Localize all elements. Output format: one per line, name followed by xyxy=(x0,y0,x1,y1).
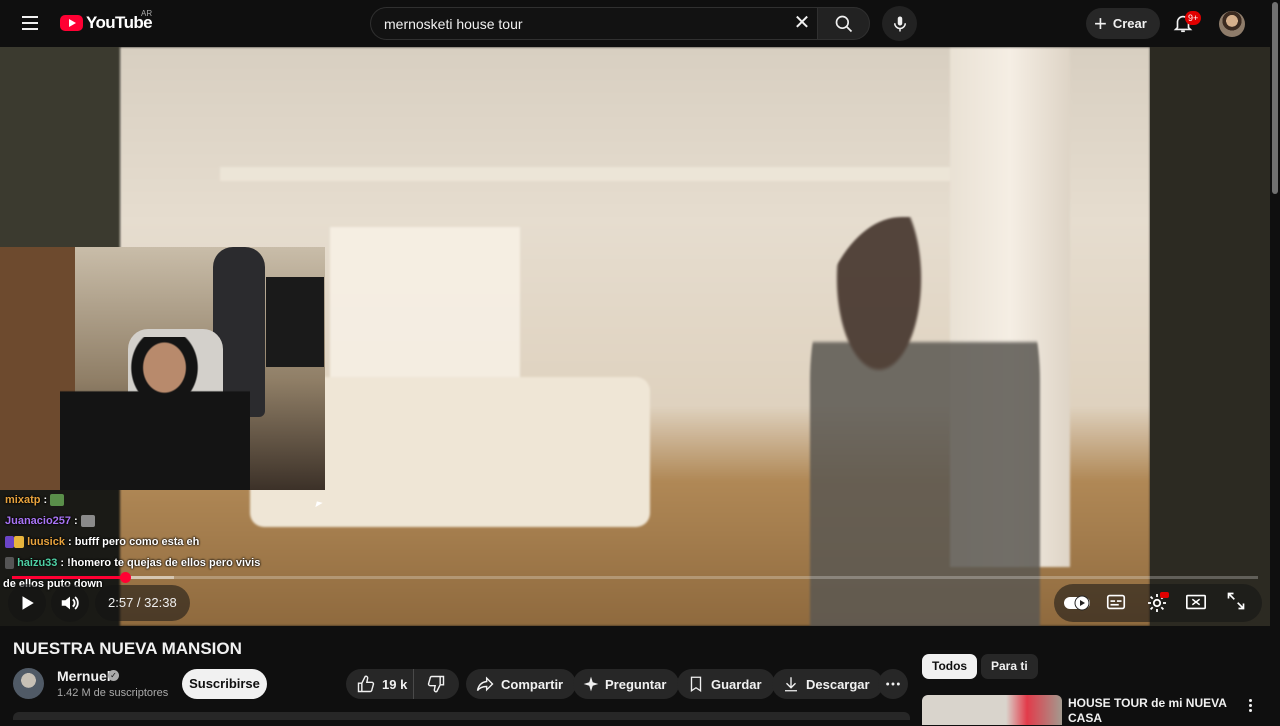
player-controls: 2:57 / 32:38 xyxy=(0,582,1270,626)
chip-for-you[interactable]: Para ti xyxy=(981,654,1038,679)
scrollbar-thumb[interactable] xyxy=(1272,2,1278,194)
webcam-overlay xyxy=(0,247,325,490)
time-display: 2:57 / 32:38 xyxy=(95,585,190,621)
chat-message: haizu33: !homero te quejas de ellos pero… xyxy=(0,555,330,576)
emote-icon xyxy=(50,494,65,507)
create-button[interactable]: + Crear xyxy=(1086,8,1160,39)
download-label: Descargar xyxy=(806,676,870,692)
notification-badge: 9+ xyxy=(1185,11,1202,25)
thumbs-up-icon xyxy=(357,675,375,693)
badge-icon xyxy=(5,557,14,570)
voice-search-button[interactable] xyxy=(882,6,917,41)
autoplay-toggle-icon xyxy=(1064,595,1090,611)
video-player[interactable]: mixatp: Juanacio257: luusick: bufff pero… xyxy=(0,47,1270,626)
download-button[interactable]: Descargar xyxy=(772,669,883,699)
subtitles-icon xyxy=(1106,594,1126,610)
subtitles-button[interactable] xyxy=(1105,591,1129,615)
ask-label: Preguntar xyxy=(605,676,667,692)
fullscreen-button[interactable] xyxy=(1226,591,1250,615)
dislike-button[interactable] xyxy=(414,669,458,699)
chat-username: luusick xyxy=(27,536,65,548)
badge-icon xyxy=(5,536,14,549)
bookmark-icon xyxy=(690,676,702,693)
subscriber-count: 1.42 M de suscriptores xyxy=(57,687,169,699)
youtube-logo[interactable]: YouTube xyxy=(60,13,153,33)
more-actions-button[interactable] xyxy=(878,669,908,699)
subscribe-button[interactable]: Suscribirse xyxy=(182,669,267,699)
thumbs-down-icon xyxy=(427,675,445,693)
masthead: YouTube AR mernosketi house tour ✕ + Cre… xyxy=(0,0,1280,47)
sparkle-icon xyxy=(583,676,599,692)
play-button[interactable] xyxy=(8,584,46,622)
settings-button[interactable] xyxy=(1145,591,1169,615)
page-scrollbar[interactable] xyxy=(1270,0,1280,720)
chat-text: !homero te quejas de ellos pero vivis xyxy=(67,557,261,569)
emote-icon xyxy=(80,515,95,528)
volume-icon xyxy=(61,596,79,610)
video-side-area xyxy=(0,47,120,247)
more-vertical-icon[interactable] xyxy=(1244,697,1256,713)
autoplay-toggle[interactable] xyxy=(1063,591,1091,615)
like-count: 19 k xyxy=(382,676,408,692)
watch-metadata: NUESTRA NUEVA MANSION Mernuel ✓ 1.42 M d… xyxy=(0,626,1270,725)
more-horizontal-icon xyxy=(886,682,900,686)
chat-message: mixatp: xyxy=(0,492,330,513)
share-button[interactable]: Compartir xyxy=(466,669,577,699)
download-icon xyxy=(785,677,797,692)
recommendation-thumbnail[interactable] xyxy=(922,695,1062,725)
search-input[interactable]: mernosketi house tour xyxy=(384,16,523,32)
crown-badge-icon xyxy=(14,536,24,549)
verified-check-icon: ✓ xyxy=(108,670,119,681)
description-box[interactable] xyxy=(13,712,910,720)
like-button[interactable]: 19 k xyxy=(346,669,414,699)
chat-username: haizu33 xyxy=(17,557,58,569)
ask-button[interactable]: Preguntar xyxy=(573,669,680,699)
theater-mode-button[interactable] xyxy=(1185,591,1209,615)
like-dislike-group: 19 k xyxy=(346,669,459,699)
video-side-area xyxy=(1150,47,1270,626)
plus-icon: + xyxy=(1094,10,1107,36)
save-button[interactable]: Guardar xyxy=(677,669,775,699)
fullscreen-icon xyxy=(1227,592,1245,610)
search-button[interactable] xyxy=(817,7,870,40)
share-icon xyxy=(476,676,494,692)
country-code: AR xyxy=(141,9,153,18)
channel-avatar[interactable] xyxy=(13,668,44,699)
played-bar xyxy=(12,576,125,579)
save-label: Guardar xyxy=(711,676,762,692)
channel-name[interactable]: Mernuel xyxy=(57,668,111,684)
chat-separator: : xyxy=(67,536,72,548)
gear-icon xyxy=(1148,592,1169,612)
progress-bar[interactable] xyxy=(12,572,1258,583)
right-controls xyxy=(1054,584,1262,622)
search-icon xyxy=(835,15,852,32)
chat-text: bufff pero como esta eh xyxy=(74,536,200,548)
chat-separator: : xyxy=(60,557,65,569)
chip-all[interactable]: Todos xyxy=(922,654,978,679)
share-label: Compartir xyxy=(501,676,564,692)
mute-button[interactable] xyxy=(51,584,89,622)
play-icon xyxy=(22,596,34,610)
chat-message: luusick: bufff pero como esta eh xyxy=(0,534,330,555)
chat-separator: : xyxy=(43,494,48,506)
chat-message: Juanacio257: xyxy=(0,513,330,534)
chat-username: Juanacio257 xyxy=(5,515,72,527)
chat-separator: : xyxy=(74,515,78,527)
menu-icon[interactable] xyxy=(18,12,42,36)
theater-icon xyxy=(1186,594,1206,610)
youtube-play-logo-icon xyxy=(60,15,83,31)
recommendation-title[interactable]: HOUSE TOUR de mi NUEVA CASA xyxy=(1068,696,1238,726)
search-box[interactable]: mernosketi house tour ✕ xyxy=(370,7,817,40)
video-title: NUESTRA NUEVA MANSION xyxy=(13,639,242,658)
create-label: Crear xyxy=(1112,16,1147,31)
clear-search-icon[interactable]: ✕ xyxy=(791,13,813,35)
account-avatar[interactable] xyxy=(1219,11,1245,37)
chat-username: mixatp xyxy=(5,494,41,506)
microphone-icon xyxy=(893,16,906,31)
